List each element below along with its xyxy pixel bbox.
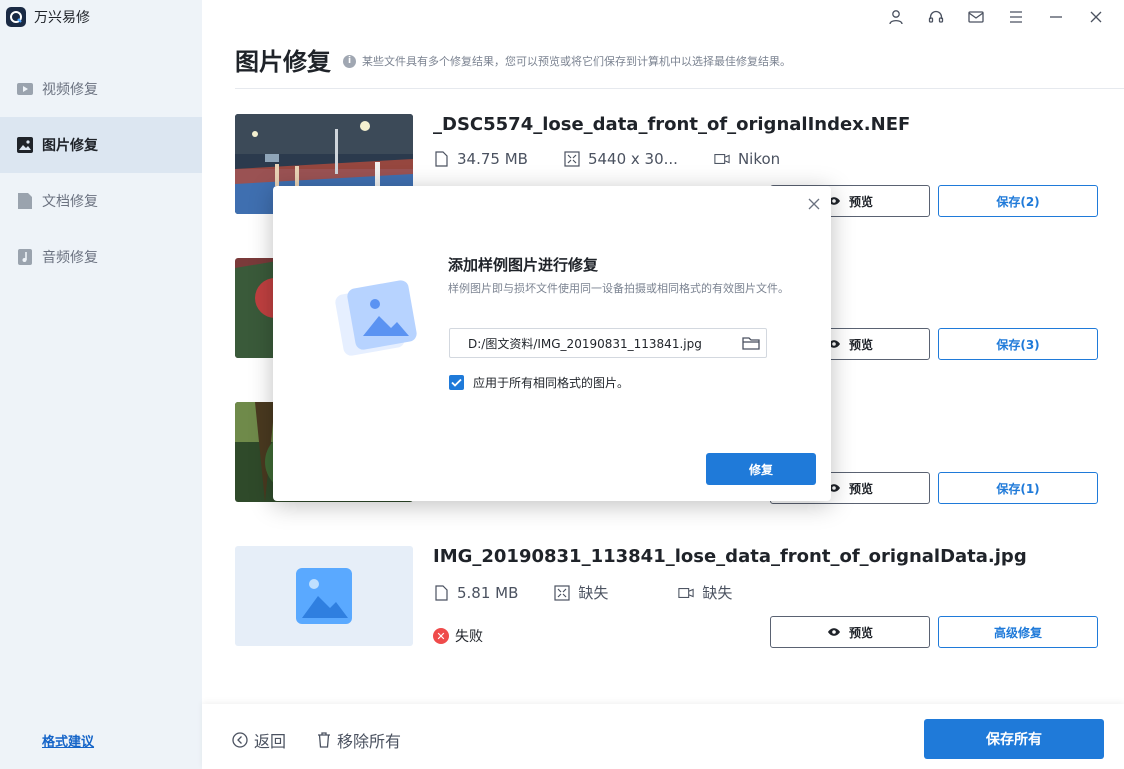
headset-icon[interactable] bbox=[916, 6, 956, 28]
sidebar-item-label: 文档修复 bbox=[42, 194, 98, 210]
menu-icon[interactable] bbox=[996, 6, 1036, 28]
image-placeholder-icon bbox=[296, 568, 352, 628]
file-resolution-value: 5440 x 30... bbox=[587, 150, 678, 168]
advanced-repair-button[interactable]: 高级修复 bbox=[938, 616, 1098, 648]
file-icon bbox=[433, 584, 449, 601]
sidebar-item-audio[interactable]: 音频修复 bbox=[0, 229, 202, 285]
camera-icon bbox=[678, 585, 695, 601]
file-resolution-value: 缺失 bbox=[578, 584, 609, 602]
dialog-title: 添加样例图片进行修复 bbox=[448, 256, 599, 274]
page-hint: i 某些文件具有多个修复结果，您可以预览或将它们保存到计算机中以选择最佳修复结果… bbox=[343, 53, 791, 69]
save-all-button[interactable]: 保存所有 bbox=[924, 719, 1104, 759]
back-icon bbox=[232, 732, 248, 748]
status-text: 失败 bbox=[455, 629, 483, 645]
remove-all-button[interactable]: 移除所有 bbox=[317, 728, 401, 752]
music-icon bbox=[16, 248, 34, 266]
file-name: IMG_20190831_113841_lose_data_front_of_o… bbox=[433, 546, 1027, 567]
checkbox-label: 应用于所有相同格式的图片。 bbox=[473, 376, 630, 390]
file-camera-value: Nikon bbox=[737, 150, 781, 168]
page-title: 图片修复 bbox=[235, 48, 331, 76]
file-size-value: 5.81 MB bbox=[457, 583, 519, 602]
close-icon[interactable] bbox=[1076, 6, 1116, 28]
app-header: 万兴易修 bbox=[0, 0, 90, 34]
checkbox-checked-icon[interactable] bbox=[449, 375, 464, 390]
save-button[interactable]: 保存(2) bbox=[938, 185, 1098, 217]
status-badge: ✕ 失败 bbox=[433, 626, 483, 646]
sidebar-item-video[interactable]: 视频修复 bbox=[0, 61, 202, 117]
file-size: 5.81 MB bbox=[433, 582, 518, 603]
apply-all-checkbox[interactable]: 应用于所有相同格式的图片。 bbox=[449, 374, 629, 391]
file-resolution: 缺失 bbox=[554, 582, 608, 603]
file-size-value: 34.75 MB bbox=[457, 150, 528, 168]
sidebar-nav: 视频修复 图片修复 文档修复 音频修复 bbox=[0, 61, 202, 285]
folder-icon[interactable] bbox=[742, 335, 760, 351]
titlebar-controls bbox=[876, 6, 1116, 28]
format-suggestion-link[interactable]: 格式建议 bbox=[42, 731, 94, 750]
dialog-description: 样例图片即与损坏文件使用同一设备拍摄或相同格式的有效图片文件。 bbox=[448, 282, 789, 295]
sidebar-item-label: 音频修复 bbox=[42, 250, 98, 266]
file-icon bbox=[433, 151, 449, 167]
file-size: 34.75 MB bbox=[433, 150, 528, 168]
sample-path-input[interactable]: D:/图文资料/IMG_20190831_113841.jpg bbox=[449, 328, 767, 358]
bottom-bar: 返回 移除所有 保存所有 bbox=[202, 704, 1124, 769]
list-item: IMG_20190831_113841_lose_data_front_of_o… bbox=[235, 546, 1100, 648]
thumbnail[interactable] bbox=[235, 546, 413, 646]
file-name: _DSC5574_lose_data_front_of_orignalIndex… bbox=[433, 114, 911, 135]
file-resolution: 5440 x 30... bbox=[564, 150, 678, 168]
sample-path-value: D:/图文资料/IMG_20190831_113841.jpg bbox=[468, 336, 702, 351]
document-icon bbox=[16, 192, 34, 210]
user-icon[interactable] bbox=[876, 6, 916, 28]
file-meta: 34.75 MB 5440 x 30... Nikon bbox=[433, 150, 816, 168]
preview-button[interactable]: 预览 bbox=[770, 616, 930, 648]
eye-icon bbox=[827, 627, 841, 637]
sidebar-item-label: 视频修复 bbox=[42, 82, 98, 98]
camera-icon bbox=[714, 151, 730, 167]
resolution-icon bbox=[554, 584, 571, 601]
picture-illustration-icon bbox=[335, 276, 425, 366]
app-logo-icon bbox=[6, 7, 26, 27]
video-icon bbox=[16, 80, 34, 98]
save-button[interactable]: 保存(3) bbox=[938, 328, 1098, 360]
file-camera-value: 缺失 bbox=[702, 584, 733, 602]
trash-icon bbox=[317, 732, 331, 748]
app-title: 万兴易修 bbox=[34, 10, 90, 26]
minimize-icon[interactable] bbox=[1036, 6, 1076, 28]
save-button[interactable]: 保存(1) bbox=[938, 472, 1098, 504]
back-button[interactable]: 返回 bbox=[232, 728, 286, 752]
sample-image-dialog: 添加样例图片进行修复 样例图片即与损坏文件使用同一设备拍摄或相同格式的有效图片文… bbox=[273, 186, 831, 501]
image-icon bbox=[16, 136, 34, 154]
error-icon: ✕ bbox=[433, 628, 449, 644]
repair-button[interactable]: 修复 bbox=[706, 453, 816, 485]
hint-text: 某些文件具有多个修复结果，您可以预览或将它们保存到计算机中以选择最佳修复结果。 bbox=[362, 55, 791, 68]
info-icon: i bbox=[343, 54, 356, 68]
sidebar-item-document[interactable]: 文档修复 bbox=[0, 173, 202, 229]
dialog-close-icon[interactable] bbox=[807, 196, 823, 212]
sidebar-item-image[interactable]: 图片修复 bbox=[0, 117, 202, 173]
sidebar: 万兴易修 视频修复 图片修复 文档修复 音频修复 格式建议 bbox=[0, 0, 202, 769]
divider bbox=[235, 88, 1124, 89]
sidebar-item-label: 图片修复 bbox=[42, 138, 98, 154]
resolution-icon bbox=[564, 151, 580, 167]
file-meta: 5.81 MB 缺失 缺失 bbox=[433, 582, 768, 603]
file-camera: 缺失 bbox=[678, 582, 732, 603]
file-camera: Nikon bbox=[714, 150, 780, 168]
mail-icon[interactable] bbox=[956, 6, 996, 28]
